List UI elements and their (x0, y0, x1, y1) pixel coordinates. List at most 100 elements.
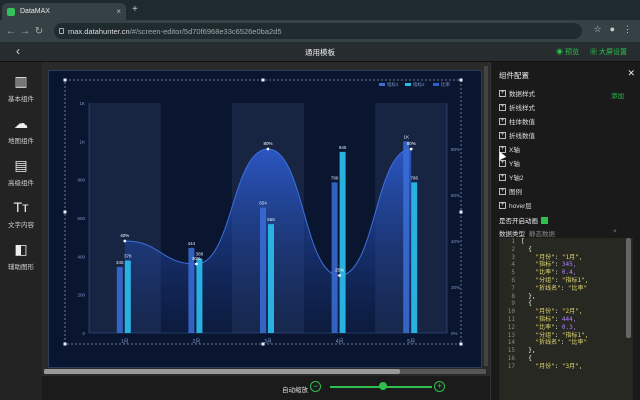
new-tab-button[interactable]: + (132, 4, 138, 15)
animation-toggle-row: 是否开启动画 (499, 215, 548, 225)
expand-plus-icon: + (499, 103, 506, 111)
sidebar-item-label: 基本组件 (8, 96, 34, 103)
section-line-values[interactable]: + 折线数值 (499, 130, 535, 140)
animation-checkbox[interactable] (541, 216, 548, 224)
close-icon[interactable]: ✕ (627, 68, 635, 79)
bar-data-label: 444 (188, 241, 196, 246)
sidebar-item-shapes[interactable]: ◧ 辅助图形 (0, 240, 42, 271)
code-line: 11 "指标": 444, (507, 315, 577, 323)
sidebar-item-label: 地图组件 (8, 138, 34, 145)
config-panel: 组件配置 ✕ 添加 + 数据样式 + 折线样式 + 柱体数值 + 折线数值 + X轴 + Y… (490, 62, 640, 400)
bar-data-label: 945 (339, 145, 347, 150)
account-icon[interactable]: ● (610, 24, 615, 35)
browser-tab[interactable]: DataMAX × (2, 3, 126, 20)
section-label: hover层 (509, 203, 532, 210)
legend-swatch (379, 83, 385, 86)
json-code-editor[interactable]: 1[2 {3 "月份": "1月", 4 "指标": 345, 5 "比率": 0.… (499, 238, 633, 400)
line-point (195, 262, 198, 266)
section-bar-values[interactable]: + 柱体数值 (499, 116, 535, 126)
bar-data-label: 378 (124, 254, 132, 259)
page-title: 通用模板 (305, 48, 335, 57)
code-scrollbar[interactable] (626, 238, 631, 338)
bar-series1 (116, 266, 123, 333)
back-arrow-icon[interactable]: ← (4, 26, 18, 37)
text-icon: Tт (13, 199, 29, 215)
resize-handle (459, 342, 463, 346)
zoom-out-icon[interactable]: − (310, 381, 321, 392)
bar-chart-icon: ▥ (14, 73, 28, 89)
section-label: 折线数值 (509, 133, 535, 140)
x-tick-label: 5月 (407, 339, 415, 345)
data-type-dropdown-icon[interactable]: × (613, 228, 617, 235)
sidebar-item-label: 文字内容 (8, 222, 34, 229)
address-bar[interactable]: max.datahunter.cn/#/screen-editor/5d70f6… (54, 23, 582, 39)
code-line: 10 "月份": "2月", (507, 308, 583, 316)
code-line: 1[ (511, 238, 525, 245)
component-sidebar: ▥ 基本组件 ☁ 地图组件 ▤ 高级组件 Tт 文字内容 ◧ 辅助图形 (0, 62, 42, 400)
favicon-icon (7, 7, 15, 16)
data-type-select[interactable]: 静态数据 (529, 228, 555, 238)
resize-handle (63, 78, 67, 82)
bigscreen-settings-button[interactable]: ▦ 大屏设置 (590, 47, 627, 57)
dashboard-icon: ▤ (14, 157, 28, 173)
sidebar-item-map[interactable]: ☁ 地图组件 (0, 114, 42, 145)
line-data-label: 25% (335, 268, 344, 273)
section-y-axis[interactable]: + Y轴 (499, 158, 520, 168)
legend-label: 比率 (441, 81, 450, 88)
map-icon: ☁ (14, 115, 28, 131)
y2-tick-label: 40% (451, 239, 460, 244)
scrollbar-thumb[interactable] (44, 369, 400, 374)
preview-button[interactable]: ◉ 预览 (556, 47, 579, 57)
bar-data-label: 654 (259, 201, 267, 206)
browser-toolbar: ← → ↻ max.datahunter.cn/#/screen-editor/… (0, 20, 640, 42)
section-y-axis2[interactable]: + Y轴2 (499, 172, 523, 182)
code-line: 17 "月份": "3月", (507, 362, 583, 370)
section-line-style[interactable]: + 折线样式 (499, 102, 535, 112)
expand-plus-icon: + (499, 159, 506, 167)
expand-plus-icon: + (499, 131, 506, 139)
sidebar-item-text[interactable]: Tт 文字内容 (0, 198, 42, 229)
menu-dots-icon[interactable]: ⋮ (623, 24, 632, 35)
x-tick-label: 3月 (264, 339, 272, 345)
url-path: /#/screen-editor/5d70f6968e33c6526e0ba2d… (129, 26, 282, 36)
section-data-style[interactable]: + 数据样式 (499, 88, 535, 98)
code-line: 2 { (511, 245, 532, 253)
sidebar-item-label: 辅助图形 (8, 264, 34, 271)
bar-series2 (268, 224, 274, 333)
close-tab-icon[interactable]: × (116, 7, 121, 16)
line-data-label: 30% (192, 256, 201, 261)
sidebar-item-basic[interactable]: ▥ 基本组件 (0, 72, 42, 103)
bar-series1 (403, 141, 410, 333)
zoom-in-icon[interactable]: + (434, 381, 445, 392)
auto-zoom-label[interactable]: 自动缩放 (282, 384, 308, 394)
bar-series2 (124, 260, 131, 333)
y-tick-label: 1K (79, 139, 85, 144)
bookmark-star-icon[interactable]: ☆ (593, 24, 601, 35)
bar-data-label: 568 (267, 217, 275, 222)
section-label: 数据样式 (509, 91, 535, 98)
sidebar-item-advanced[interactable]: ▤ 高级组件 (0, 156, 42, 187)
resize-handle (459, 78, 463, 82)
section-hover[interactable]: + hover层 (499, 200, 532, 210)
url-host: max.datahunter.cn (68, 26, 130, 36)
x-tick-label: 2月 (193, 339, 201, 345)
combo-chart: 指标1 指标2 比率 1月 2月 3月 4月 5月 0 200 400 600 800 1K 1K 0% 20%… (63, 78, 463, 346)
lock-icon (59, 28, 64, 34)
line-point (338, 274, 341, 277)
y2-tick-label: 80% (451, 147, 460, 152)
expand-plus-icon: + (499, 117, 506, 125)
chart-widget[interactable]: 指标1 指标2 比率 1月 2月 3月 4月 5月 0 200 400 600 800 1K 1K 0% 20%… (48, 70, 482, 368)
section-label: X轴 (509, 147, 520, 154)
reload-icon[interactable]: ↻ (32, 26, 46, 37)
horizontal-scrollbar[interactable] (44, 369, 486, 374)
section-legend[interactable]: + 图例 (499, 186, 522, 196)
vertical-scrollbar[interactable] (484, 66, 488, 366)
zoom-slider-handle[interactable] (379, 382, 387, 390)
add-button[interactable]: 添加 (611, 90, 624, 100)
y-tick-label: 0 (82, 331, 85, 336)
code-line: 5 "比率": 0.4, (511, 269, 577, 277)
bar-series2 (196, 258, 203, 333)
forward-arrow-icon[interactable]: → (18, 26, 32, 37)
eye-icon: ◉ (556, 49, 565, 56)
y-tick-label: 600 (77, 216, 85, 221)
